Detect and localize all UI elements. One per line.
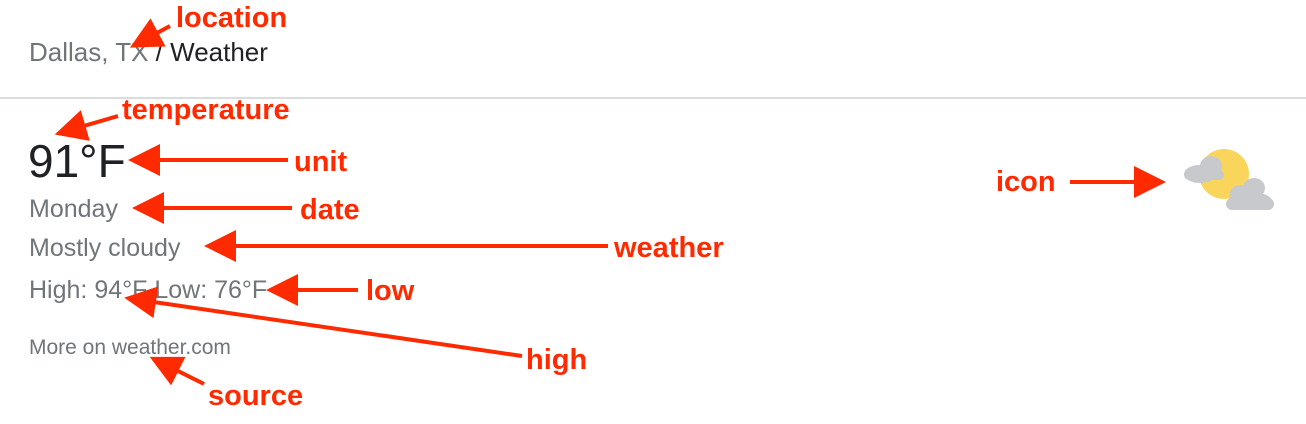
temperature-unit[interactable]: °F (79, 135, 126, 187)
breadcrumb-current: Weather (170, 37, 268, 67)
weather-card: Dallas, TX / Weather 91°F Monday Mostly … (0, 0, 1306, 424)
temperature-value: 91 (28, 135, 80, 187)
breadcrumb: Dallas, TX / Weather (29, 37, 268, 67)
annotation-weather: weather (614, 232, 724, 264)
low-label: Low: (147, 276, 215, 304)
annotation-unit: unit (294, 146, 348, 178)
annotation-date: date (300, 194, 360, 226)
source-link[interactable]: More on weather.com (29, 335, 231, 361)
high-low: High: 94°F Low: 76°F (29, 275, 267, 305)
annotation-source: source (208, 380, 304, 412)
breadcrumb-separator: / (148, 37, 171, 67)
weather-day: Monday (29, 195, 118, 223)
annotation-location: location (176, 2, 288, 34)
annotation-icon: icon (996, 166, 1056, 198)
annotation-temperature: temperature (122, 94, 290, 126)
temperature-display: 91°F (28, 136, 126, 186)
arrow-source (149, 356, 205, 386)
partly-cloudy-icon (1184, 149, 1274, 210)
high-value: 94°F (94, 276, 148, 304)
weather-condition: Mostly cloudy (29, 234, 181, 262)
annotation-high: high (526, 344, 588, 376)
high-label: High: (29, 276, 95, 304)
breadcrumb-location[interactable]: Dallas, TX (29, 37, 148, 67)
low-value: 76°F (214, 276, 268, 304)
annotation-low: low (366, 275, 415, 307)
arrow-temperature (54, 110, 119, 141)
